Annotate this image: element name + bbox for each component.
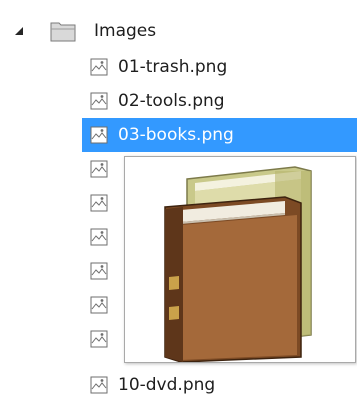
- tree-item-selected[interactable]: 03-books.png: [82, 118, 357, 152]
- image-file-icon: [90, 194, 108, 212]
- file-label: 02-tools.png: [118, 91, 225, 111]
- tree-item[interactable]: 10-dvd.png: [82, 368, 357, 402]
- image-file-icon: [90, 58, 108, 76]
- image-file-icon: [90, 126, 108, 144]
- image-file-icon: [90, 330, 108, 348]
- tree-item[interactable]: 01-trash.png: [82, 50, 357, 84]
- image-preview-tooltip: [124, 156, 356, 363]
- file-label: 01-trash.png: [118, 57, 228, 77]
- image-file-icon: [90, 262, 108, 280]
- image-file-icon: [90, 160, 108, 178]
- folder-label-images[interactable]: Images: [94, 14, 156, 48]
- expand-triangle-icon[interactable]: [14, 26, 24, 36]
- image-file-icon: [90, 296, 108, 314]
- file-label: 10-dvd.png: [118, 375, 216, 395]
- file-label: 03-books.png: [118, 125, 234, 145]
- image-file-icon: [90, 376, 108, 394]
- folder-icon: [50, 22, 76, 42]
- image-file-icon: [90, 228, 108, 246]
- tree-item[interactable]: 02-tools.png: [82, 84, 357, 118]
- books-icon: [164, 166, 312, 362]
- image-file-icon: [90, 92, 108, 110]
